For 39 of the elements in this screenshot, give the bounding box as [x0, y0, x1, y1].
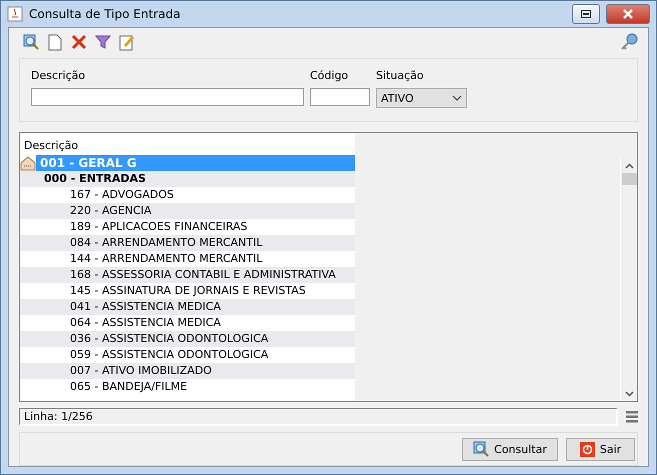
scroll-down-icon[interactable] [624, 391, 634, 397]
description-label: Descrição [31, 69, 86, 82]
search-button[interactable]: Consultar [462, 438, 558, 460]
tree-item[interactable]: 059 - ASSISTENCIA ODONTOLOGICA [66, 347, 272, 363]
close-icon [623, 9, 633, 19]
status-text: Linha: 1/256 [19, 408, 618, 426]
new-document-button[interactable] [46, 33, 64, 51]
menu-icon[interactable] [626, 411, 638, 423]
column-header: Descrição [23, 138, 80, 154]
scroll-thumb[interactable] [622, 173, 636, 185]
restore-icon [581, 10, 591, 18]
code-label: Código [310, 69, 350, 82]
folder-icon [20, 155, 36, 171]
tree-item[interactable]: 064 - ASSISTENCIA MEDICA [66, 315, 225, 331]
search-tool-button[interactable] [22, 33, 40, 51]
chevron-down-icon [452, 95, 462, 101]
app-icon [7, 6, 23, 22]
scrollbar[interactable] [620, 157, 637, 401]
description-field[interactable] [31, 88, 304, 106]
tree-item[interactable]: 167 - ADVOGADOS [66, 187, 178, 203]
tree-item[interactable]: 065 - BANDEJA/FILME [66, 379, 192, 395]
status-dropdown[interactable]: ATIVO [376, 88, 467, 108]
scroll-up-icon[interactable] [624, 163, 634, 169]
close-button[interactable] [606, 4, 650, 24]
filter-button[interactable] [94, 33, 112, 51]
power-icon [580, 442, 595, 456]
status-label: Situação [376, 69, 425, 82]
tree-item[interactable]: 144 - ARRENDAMENTO MERCANTIL [66, 251, 266, 267]
edit-button[interactable] [118, 33, 136, 51]
restore-button[interactable] [572, 4, 600, 24]
tree-item[interactable]: 189 - APLICACOES FINANCEIRAS [66, 219, 252, 235]
code-field[interactable] [310, 88, 370, 106]
window-title: Consulta de Tipo Entrada [29, 7, 182, 21]
delete-button[interactable] [70, 33, 88, 51]
key-button[interactable] [620, 33, 638, 51]
exit-button[interactable]: Sair [566, 438, 635, 460]
search-icon [23, 34, 39, 50]
tree-item[interactable]: 145 - ASSINATURA DE JORNAIS E REVISTAS [66, 283, 310, 299]
search-icon [473, 441, 490, 457]
